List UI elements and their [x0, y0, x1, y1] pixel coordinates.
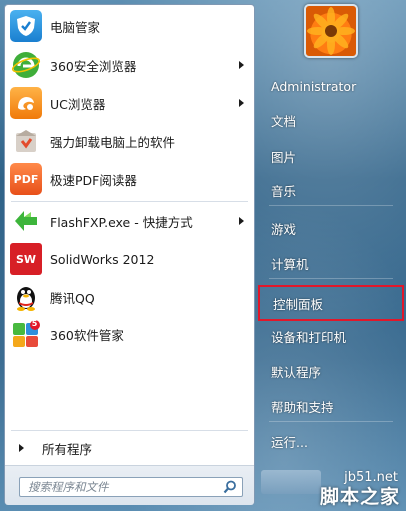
program-label: 极速PDF阅读器 [50, 172, 137, 188]
360-browser-icon [10, 49, 42, 81]
user-name-link[interactable]: Administrator [263, 72, 400, 100]
program-item-qq[interactable]: 腾讯QQ [7, 279, 252, 315]
flashfxp-icon [10, 205, 42, 237]
submenu-arrow-icon[interactable] [239, 217, 244, 225]
flower-picture-icon [307, 7, 355, 55]
computer-link[interactable]: 计算机 [263, 249, 400, 277]
documents-link[interactable]: 文档 [263, 106, 400, 134]
all-programs-button[interactable]: 所有程序 [7, 436, 252, 460]
program-item-360-software-manager[interactable]: 5 360软件管家 [7, 316, 252, 352]
program-label: 腾讯QQ [50, 290, 95, 306]
solidworks-icon: SW [10, 243, 42, 275]
program-label: 电脑管家 [50, 19, 101, 35]
program-label: 强力卸载电脑上的软件 [50, 134, 176, 150]
360-software-manager-icon: 5 [10, 318, 42, 350]
default-programs-link[interactable]: 默认程序 [263, 357, 400, 385]
pdf-reader-icon: PDF [10, 163, 42, 195]
divider [11, 201, 248, 202]
search-area [5, 465, 254, 505]
music-link[interactable]: 音乐 [263, 176, 400, 204]
submenu-arrow-icon[interactable] [239, 99, 244, 107]
program-item-pdf-reader[interactable]: PDF 极速PDF阅读器 [7, 161, 252, 197]
run-link[interactable]: 运行... [263, 427, 400, 455]
devices-printers-link[interactable]: 设备和打印机 [263, 322, 400, 350]
program-label: 360软件管家 [50, 327, 124, 343]
program-item-pc-manager[interactable]: 电脑管家 [7, 8, 252, 44]
shutdown-button[interactable] [261, 470, 321, 494]
tencent-pc-manager-icon [10, 10, 42, 42]
program-label: SolidWorks 2012 [50, 251, 155, 267]
all-programs-label: 所有程序 [42, 441, 93, 457]
watermark-logo-text: 脚本之家 [319, 486, 400, 508]
pdf-icon-text: PDF [13, 172, 39, 186]
badge-count: 5 [31, 318, 38, 328]
program-item-360-browser[interactable]: 360安全浏览器 [7, 47, 252, 83]
divider [269, 421, 393, 422]
program-item-solidworks[interactable]: SW SolidWorks 2012 [7, 241, 252, 277]
divider [269, 205, 393, 206]
divider [11, 430, 248, 431]
search-icon[interactable] [223, 480, 237, 494]
program-label: 360安全浏览器 [50, 58, 137, 74]
sw-icon-text: SW [15, 252, 37, 266]
right-pane: Administrator 文档 图片 音乐 游戏 计算机 控制面板 设备和打印… [255, 0, 406, 511]
uninstaller-icon [10, 125, 42, 157]
qq-penguin-icon [10, 281, 42, 313]
games-link[interactable]: 游戏 [263, 214, 400, 242]
program-item-uc-browser[interactable]: UC浏览器 [7, 85, 252, 121]
control-panel-link[interactable]: 控制面板 [258, 285, 404, 321]
program-label: FlashFXP.exe - 快捷方式 [50, 214, 193, 230]
search-input[interactable] [19, 477, 243, 497]
submenu-arrow-icon[interactable] [239, 61, 244, 69]
program-label: UC浏览器 [50, 96, 106, 112]
divider [269, 278, 393, 279]
pictures-link[interactable]: 图片 [263, 142, 400, 170]
arrow-right-icon [19, 444, 24, 452]
user-avatar[interactable] [304, 4, 358, 58]
help-support-link[interactable]: 帮助和支持 [263, 392, 400, 420]
uc-browser-icon [10, 87, 42, 119]
program-list-panel: 电脑管家 360安全浏览器 UC浏览器 强力卸载电脑上的软件 PDF 极速PDF… [4, 4, 255, 505]
program-item-uninstaller[interactable]: 强力卸载电脑上的软件 [7, 123, 252, 159]
program-item-flashfxp[interactable]: FlashFXP.exe - 快捷方式 [7, 203, 252, 239]
